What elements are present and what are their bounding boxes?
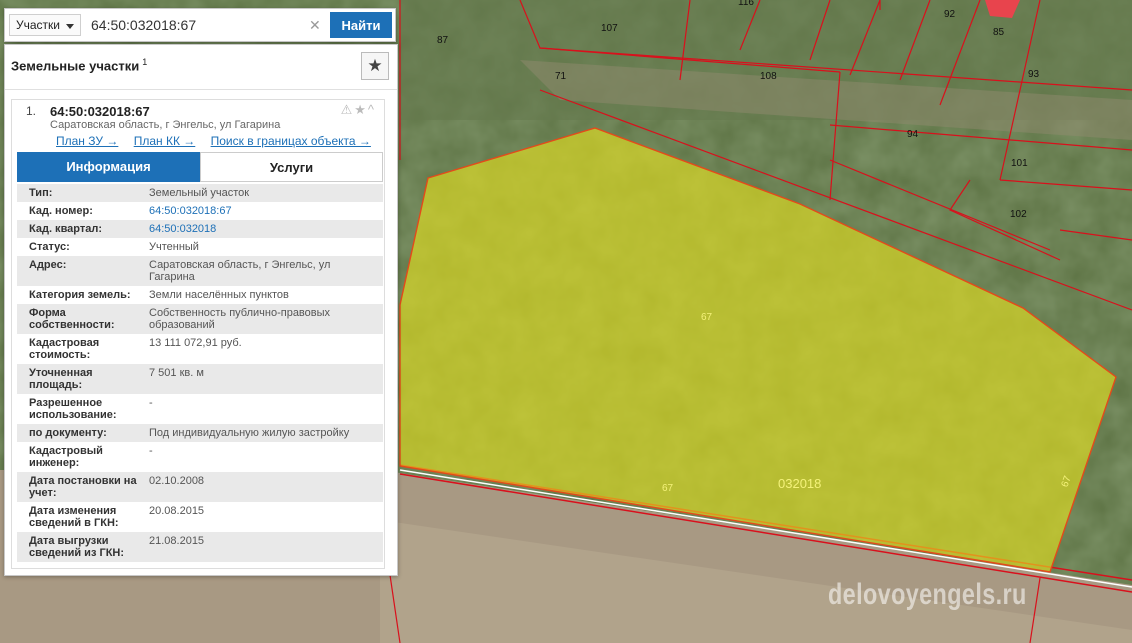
tab-services[interactable]: Услуги xyxy=(200,152,383,182)
parcel-label: 71 xyxy=(555,71,567,82)
row-value: - xyxy=(149,397,153,409)
close-icon[interactable]: ✕ xyxy=(309,17,321,34)
table-row: Категория земель: Земли населённых пункт… xyxy=(17,286,383,304)
table-row: Уточненная площадь: 7 501 кв. м xyxy=(17,364,383,394)
row-label: Адрес: xyxy=(29,259,67,271)
parcel-label: 93 xyxy=(1028,69,1040,80)
chevron-up-icon[interactable]: ^ xyxy=(368,102,376,117)
row-value: 02.10.2008 xyxy=(149,475,205,487)
card-actions: ⚠★^ xyxy=(341,102,376,118)
parcel-label-67: 67 xyxy=(662,483,674,494)
parcel-label: 94 xyxy=(907,129,919,140)
table-row: Разрешенное использование: - xyxy=(17,394,383,424)
search-button[interactable]: Найти xyxy=(330,12,392,38)
table-row: Кадастровый инженер: - xyxy=(17,442,383,472)
row-value: Учтенный xyxy=(149,241,199,253)
row-label: Разрешенное использование: xyxy=(29,397,117,421)
parcel-label: 87 xyxy=(437,35,449,46)
panel-title: Земельные участки 1 xyxy=(11,57,147,73)
star-icon: ★ xyxy=(367,56,383,75)
parcel-label-67: 67 xyxy=(701,312,713,323)
parcel-label: 102 xyxy=(1010,209,1027,220)
table-row: Форма собственности: Собственность публи… xyxy=(17,304,383,334)
row-value-link[interactable]: 64:50:032018 xyxy=(149,223,375,235)
row-label: Уточненная площадь: xyxy=(29,367,93,391)
table-row: Кадастровая стоимость: 13 111 072,91 руб… xyxy=(17,334,383,364)
results-panel: Земельные участки 1 ★ 1. 64:50:032018:67 … xyxy=(4,44,398,576)
quarter-label: 032018 xyxy=(778,476,821,491)
row-value: Земельный участок xyxy=(149,187,250,199)
row-label: Кад. номер: xyxy=(29,205,93,217)
table-row: Дата постановки на учет: 02.10.2008 xyxy=(17,472,383,502)
row-label: Категория земель: xyxy=(29,289,131,301)
table-row: Адрес: Саратовская область, г Энгельс, у… xyxy=(17,256,383,286)
panel-title-text: Земельные участки xyxy=(11,58,140,74)
star-icon[interactable]: ★ xyxy=(354,102,368,117)
row-value: 21.08.2015 xyxy=(149,535,205,547)
watermark: delovoyengels.ru xyxy=(828,578,1027,611)
table-row: Кад. номер: 64:50:032018:67 xyxy=(17,202,383,220)
result-index: 1. xyxy=(26,104,37,118)
card-links: План ЗУ → План КК → Поиск в границах объ… xyxy=(56,134,383,148)
chevron-down-icon xyxy=(66,24,74,29)
result-cadastral-number[interactable]: 64:50:032018:67 xyxy=(50,104,150,119)
row-label: Дата постановки на учет: xyxy=(29,475,137,499)
row-value-link[interactable]: 64:50:032018:67 xyxy=(149,205,375,217)
row-value: 20.08.2015 xyxy=(149,505,205,517)
row-label: Кадастровый инженер: xyxy=(29,445,103,469)
result-card: 1. 64:50:032018:67 Саратовская область, … xyxy=(11,99,385,569)
table-row: Статус: Учтенный xyxy=(17,238,383,256)
row-label: Дата выгрузки сведений из ГКН: xyxy=(29,535,125,559)
parcel-label: 85 xyxy=(993,27,1005,38)
parcel-label: 108 xyxy=(760,71,777,82)
row-value: Саратовская область, г Энгельс, ул Гагар… xyxy=(149,259,331,283)
row-label: по документу: xyxy=(29,427,107,439)
result-address: Саратовская область, г Энгельс, ул Гагар… xyxy=(50,119,281,131)
search-input[interactable] xyxy=(85,13,331,37)
table-row: Кад. квартал: 64:50:032018 xyxy=(17,220,383,238)
table-row: по документу: Под индивидуальную жилую з… xyxy=(17,424,383,442)
row-label: Тип: xyxy=(29,187,53,199)
row-label: Форма собственности: xyxy=(29,307,115,331)
row-value: Под индивидуальную жилую застройку xyxy=(149,427,350,439)
row-value: 7 501 кв. м xyxy=(149,367,204,379)
object-type-select-label: Участки xyxy=(16,18,60,32)
search-bar: Участки ✕ Найти xyxy=(4,8,396,42)
search-within-link[interactable]: Поиск в границах объекта → xyxy=(211,134,371,148)
row-label: Дата изменения сведений в ГКН: xyxy=(29,505,119,529)
object-type-select[interactable]: Участки xyxy=(9,14,81,36)
row-value: 13 111 072,91 руб. xyxy=(149,337,242,349)
plan-zu-link[interactable]: План ЗУ → xyxy=(56,134,118,148)
parcel-label: 116 xyxy=(738,0,754,8)
warning-icon[interactable]: ⚠ xyxy=(341,102,355,117)
table-row: Дата изменения сведений в ГКН: 20.08.201… xyxy=(17,502,383,532)
row-value: Собственность публично-правовых образова… xyxy=(149,307,331,331)
plan-kk-link[interactable]: План КК → xyxy=(134,134,196,148)
panel-header: Земельные участки 1 ★ xyxy=(5,45,397,90)
results-count: 1 xyxy=(142,57,148,67)
parcel-label: 92 xyxy=(944,9,956,20)
row-label: Статус: xyxy=(29,241,70,253)
favorite-button[interactable]: ★ xyxy=(361,52,389,80)
tab-information[interactable]: Информация xyxy=(17,152,200,182)
row-label: Кад. квартал: xyxy=(29,223,103,235)
row-value: Земли населённых пунктов xyxy=(149,289,289,301)
row-label: Кадастровая стоимость: xyxy=(29,337,100,361)
info-tabs: Информация Услуги xyxy=(17,152,383,182)
parcel-label: 101 xyxy=(1011,158,1028,169)
parcel-label: 107 xyxy=(601,23,618,34)
table-row: Дата выгрузки сведений из ГКН: 21.08.201… xyxy=(17,532,383,562)
table-row: Тип: Земельный участок xyxy=(17,184,383,202)
row-value: - xyxy=(149,445,153,457)
